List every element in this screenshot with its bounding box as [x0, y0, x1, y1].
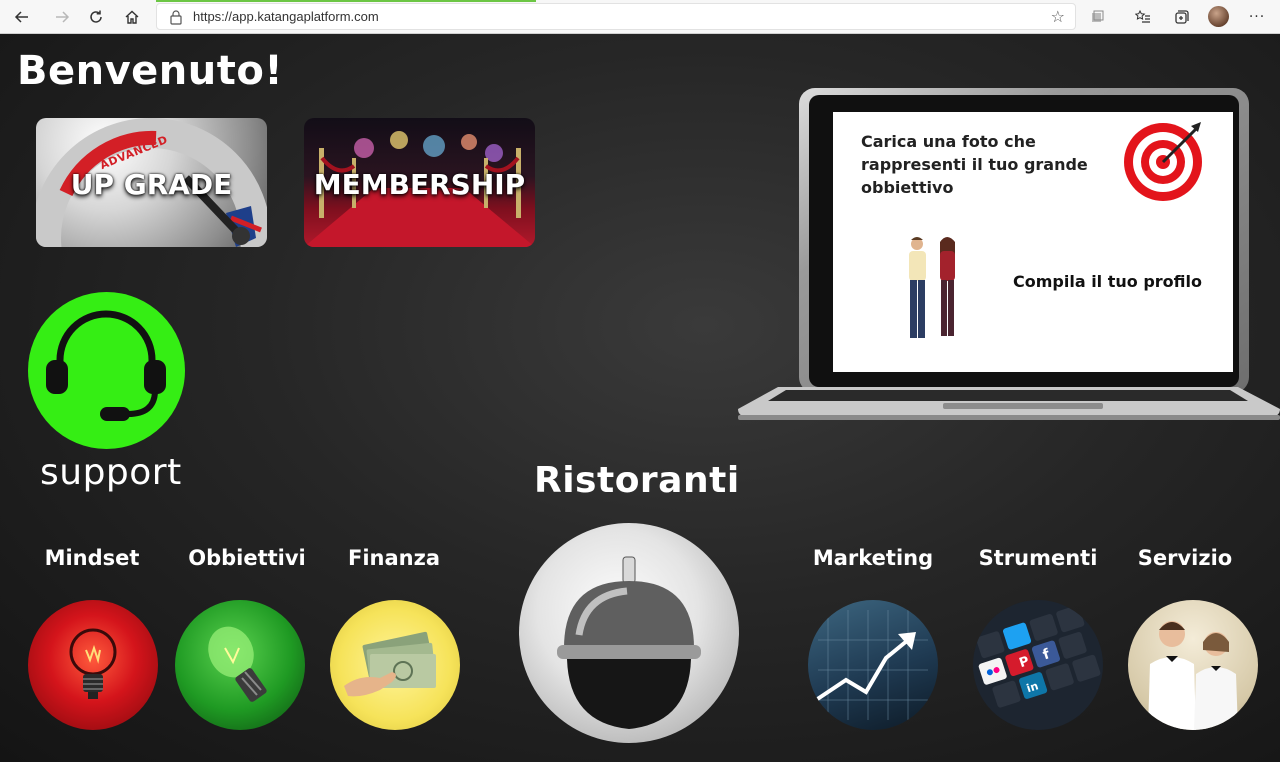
- category-label-mindset: Mindset: [44, 546, 140, 570]
- category-obbiettivi[interactable]: [175, 600, 305, 730]
- category-label-strumenti: Strumenti: [978, 546, 1098, 570]
- refresh-button[interactable]: [84, 5, 108, 29]
- category-finanza[interactable]: [330, 600, 460, 730]
- category-strumenti[interactable]: P f in: [973, 600, 1103, 730]
- profile-avatar[interactable]: [1208, 6, 1229, 27]
- arrow-left-icon: [14, 11, 28, 23]
- welcome-title: Benvenuto!: [17, 48, 284, 94]
- people-illustration: [909, 237, 955, 338]
- home-button[interactable]: [120, 5, 144, 29]
- page-load-progress: [156, 0, 536, 2]
- browser-toolbar: https://app.katangaplatform.com ☆ ···: [0, 0, 1280, 34]
- support-button[interactable]: [28, 292, 185, 449]
- category-servizio[interactable]: [1128, 600, 1258, 730]
- address-bar[interactable]: https://app.katangaplatform.com ☆: [156, 3, 1076, 30]
- category-label-finanza: Finanza: [347, 546, 440, 570]
- laptop-bezel: Carica una foto che rappresenti il tuo g…: [809, 95, 1239, 387]
- lock-icon: [170, 10, 182, 25]
- membership-label: MEMBERSHIP: [313, 168, 526, 201]
- address-url[interactable]: https://app.katangaplatform.com: [193, 9, 379, 24]
- back-button[interactable]: [10, 5, 34, 29]
- collections-icon: [1175, 10, 1189, 24]
- category-marketing[interactable]: [808, 600, 938, 730]
- category-label-marketing: Marketing: [812, 546, 934, 570]
- extension-icon: [1092, 10, 1104, 22]
- category-mindset[interactable]: [28, 600, 158, 730]
- growth-chart-icon: [814, 610, 928, 720]
- collections-button[interactable]: [1169, 5, 1193, 29]
- upgrade-card[interactable]: ADVANCED UP GRADE: [36, 118, 267, 247]
- headset-icon: [46, 310, 166, 421]
- favorite-star-icon[interactable]: ☆: [1051, 7, 1065, 26]
- money-hand-icon: [344, 631, 436, 697]
- refresh-icon: [90, 10, 102, 23]
- main-page: Benvenuto! ADVANCED UP GRADE MEMBERSHIP …: [0, 34, 1280, 762]
- ristoranti-button[interactable]: [519, 523, 739, 743]
- favorites-button[interactable]: [1131, 5, 1155, 29]
- more-dots-icon: ···: [1248, 9, 1266, 25]
- forward-button[interactable]: [50, 5, 74, 29]
- upload-goal-photo-link[interactable]: Carica una foto che rappresenti il tuo g…: [861, 130, 1101, 199]
- arrow-right-icon: [56, 11, 70, 23]
- ristoranti-title: Ristoranti: [534, 460, 740, 501]
- laptop-lid: Carica una foto che rappresenti il tuo g…: [799, 88, 1249, 393]
- extension-button[interactable]: [1085, 5, 1109, 29]
- laptop-mockup: Carica una foto che rappresenti il tuo g…: [738, 88, 1280, 434]
- laptop-screen: Carica una foto che rappresenti il tuo g…: [833, 112, 1233, 372]
- upgrade-label: UP GRADE: [70, 168, 233, 201]
- category-label-obbiettivi: Obbiettivi: [188, 546, 306, 570]
- complete-profile-link[interactable]: Compila il tuo profilo: [1013, 272, 1202, 291]
- lightbulb-red-icon: [69, 628, 117, 699]
- settings-more-button[interactable]: ···: [1245, 5, 1269, 29]
- waiters-icon: [1148, 621, 1238, 730]
- laptop-base: [738, 387, 1280, 420]
- support-label: support: [40, 452, 182, 493]
- membership-card[interactable]: MEMBERSHIP: [304, 118, 535, 247]
- favorites-list-icon: [1135, 9, 1150, 23]
- home-icon: [125, 10, 139, 24]
- social-keyboard-icon: P f in: [976, 605, 1101, 708]
- lightbulb-green-icon: [208, 626, 267, 702]
- category-label-servizio: Servizio: [1137, 546, 1233, 570]
- target-icon[interactable]: [1121, 118, 1205, 202]
- service-bell-icon: [557, 556, 701, 729]
